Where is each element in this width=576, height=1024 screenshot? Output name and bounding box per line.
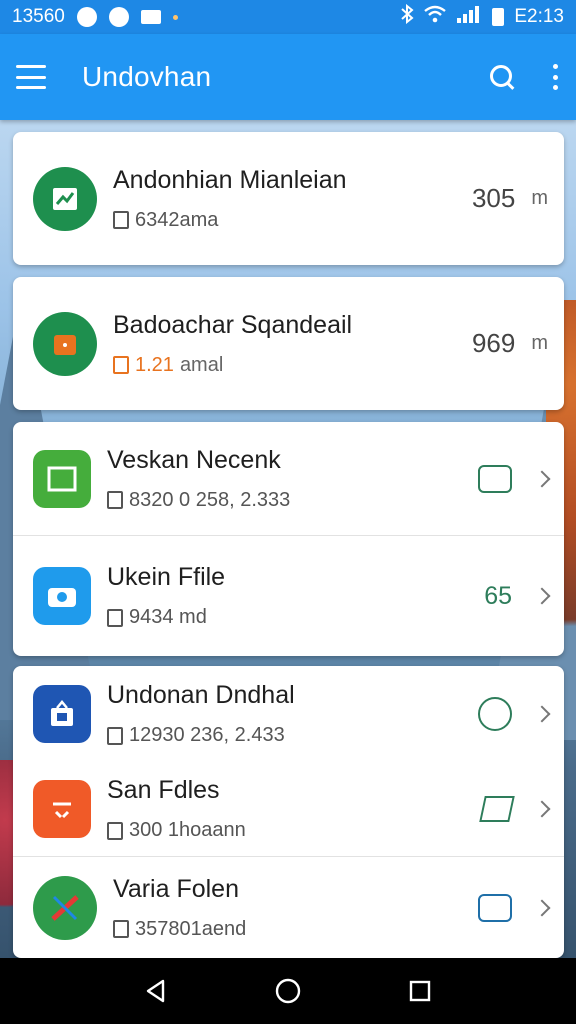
bluetooth-icon [400, 3, 414, 30]
storage-icon [478, 893, 512, 922]
item-title: Andonhian Mianleian [113, 165, 347, 194]
status-time-left: 13560 [12, 6, 65, 27]
item-subtitle: 357801aend [135, 917, 247, 940]
item-value: 65 [484, 581, 512, 610]
recents-button[interactable] [404, 975, 436, 1007]
card-3: Veskan Necenk 8320 0 258, 2.333 Ukein Ff… [13, 422, 564, 656]
notification-dot-icon [172, 14, 178, 20]
settings-small-icon [107, 491, 123, 509]
chevron-right-icon [533, 470, 551, 487]
home-circle-icon [275, 978, 301, 1004]
item-title: San Fdles [107, 776, 220, 804]
item-subtitle-value: 1.21 [135, 353, 174, 376]
item-title: Undonan Dndhal [107, 681, 295, 709]
camera-app-icon [33, 567, 91, 625]
maps-app-icon [33, 875, 97, 940]
app-bar: Undovhan [0, 34, 576, 120]
system-navigation-bar [0, 958, 576, 1024]
back-button[interactable] [140, 975, 172, 1007]
card-2: Badoachar Sqandeail 1.21 amal 969 m [13, 277, 564, 410]
chart-app-icon [33, 166, 97, 231]
notification-icon-2 [108, 7, 129, 27]
storage-icon [478, 464, 512, 493]
status-time-right: E2:13 [514, 6, 564, 27]
list-item[interactable]: Badoachar Sqandeail 1.21 amal 969 m [13, 277, 564, 410]
item-value: 305 [471, 183, 516, 213]
list-item[interactable]: Andonhian Mianleian 6342ama 305 m [13, 132, 564, 265]
list-item[interactable]: Ukein Ffile 9434 md 65 [13, 535, 564, 656]
item-unit: m [531, 187, 548, 209]
settings-small-icon [107, 726, 123, 745]
package-app-icon [33, 311, 97, 376]
hamburger-menu-icon[interactable] [16, 65, 46, 89]
lock-small-icon [107, 821, 123, 840]
signal-icon [456, 5, 482, 29]
storage-icon [479, 796, 515, 822]
storage-icon [478, 697, 512, 731]
window-app-icon [33, 449, 91, 508]
item-title: Ukein Ffile [107, 563, 226, 591]
shopping-bag-app-icon [33, 685, 91, 743]
notification-icon [76, 7, 97, 27]
mail-icon [140, 10, 161, 24]
chevron-right-icon [533, 899, 551, 916]
list-item[interactable]: Undonan Dndhal 12930 236, 2.433 [13, 666, 564, 762]
file-icon [113, 920, 129, 938]
battery-icon [492, 8, 505, 26]
item-unit: m [531, 332, 548, 354]
chevron-right-icon [533, 705, 551, 723]
list-item[interactable]: Varia Folen 357801aend [13, 856, 564, 958]
tools-app-icon [33, 780, 91, 838]
file-icon [113, 356, 129, 374]
item-subtitle: 12930 236, 2.433 [129, 724, 285, 746]
more-vert-icon[interactable] [550, 64, 560, 90]
back-triangle-icon [146, 979, 165, 1003]
item-value: 969 [471, 328, 516, 358]
home-button[interactable] [272, 975, 304, 1007]
item-title: Varia Folen [113, 874, 239, 903]
app-title: Undovhan [82, 61, 212, 92]
edit-small-icon [107, 608, 123, 627]
recents-square-icon [409, 980, 431, 1002]
list-item[interactable]: San Fdles 300 1hoaann [13, 762, 564, 856]
item-subtitle-text: amal [179, 353, 224, 376]
item-subtitle: 6342ama [135, 208, 219, 231]
chevron-right-icon [533, 800, 551, 818]
item-title: Badoachar Sqandeail [113, 310, 353, 339]
file-icon [113, 211, 129, 229]
item-title: Veskan Necenk [107, 445, 281, 474]
item-subtitle: 9434 md [129, 606, 207, 628]
card-1: Andonhian Mianleian 6342ama 305 m [13, 132, 564, 265]
search-icon[interactable] [488, 63, 516, 91]
chevron-right-icon [533, 587, 551, 605]
item-subtitle: 300 1hoaann [129, 819, 246, 841]
status-bar: 13560 E2:13 [0, 0, 576, 34]
item-subtitle: 8320 0 258, 2.333 [129, 488, 291, 511]
list-item[interactable]: Veskan Necenk 8320 0 258, 2.333 [13, 422, 564, 535]
wifi-icon [424, 5, 447, 29]
card-4: Undonan Dndhal 12930 236, 2.433 San Fdle… [13, 666, 564, 958]
